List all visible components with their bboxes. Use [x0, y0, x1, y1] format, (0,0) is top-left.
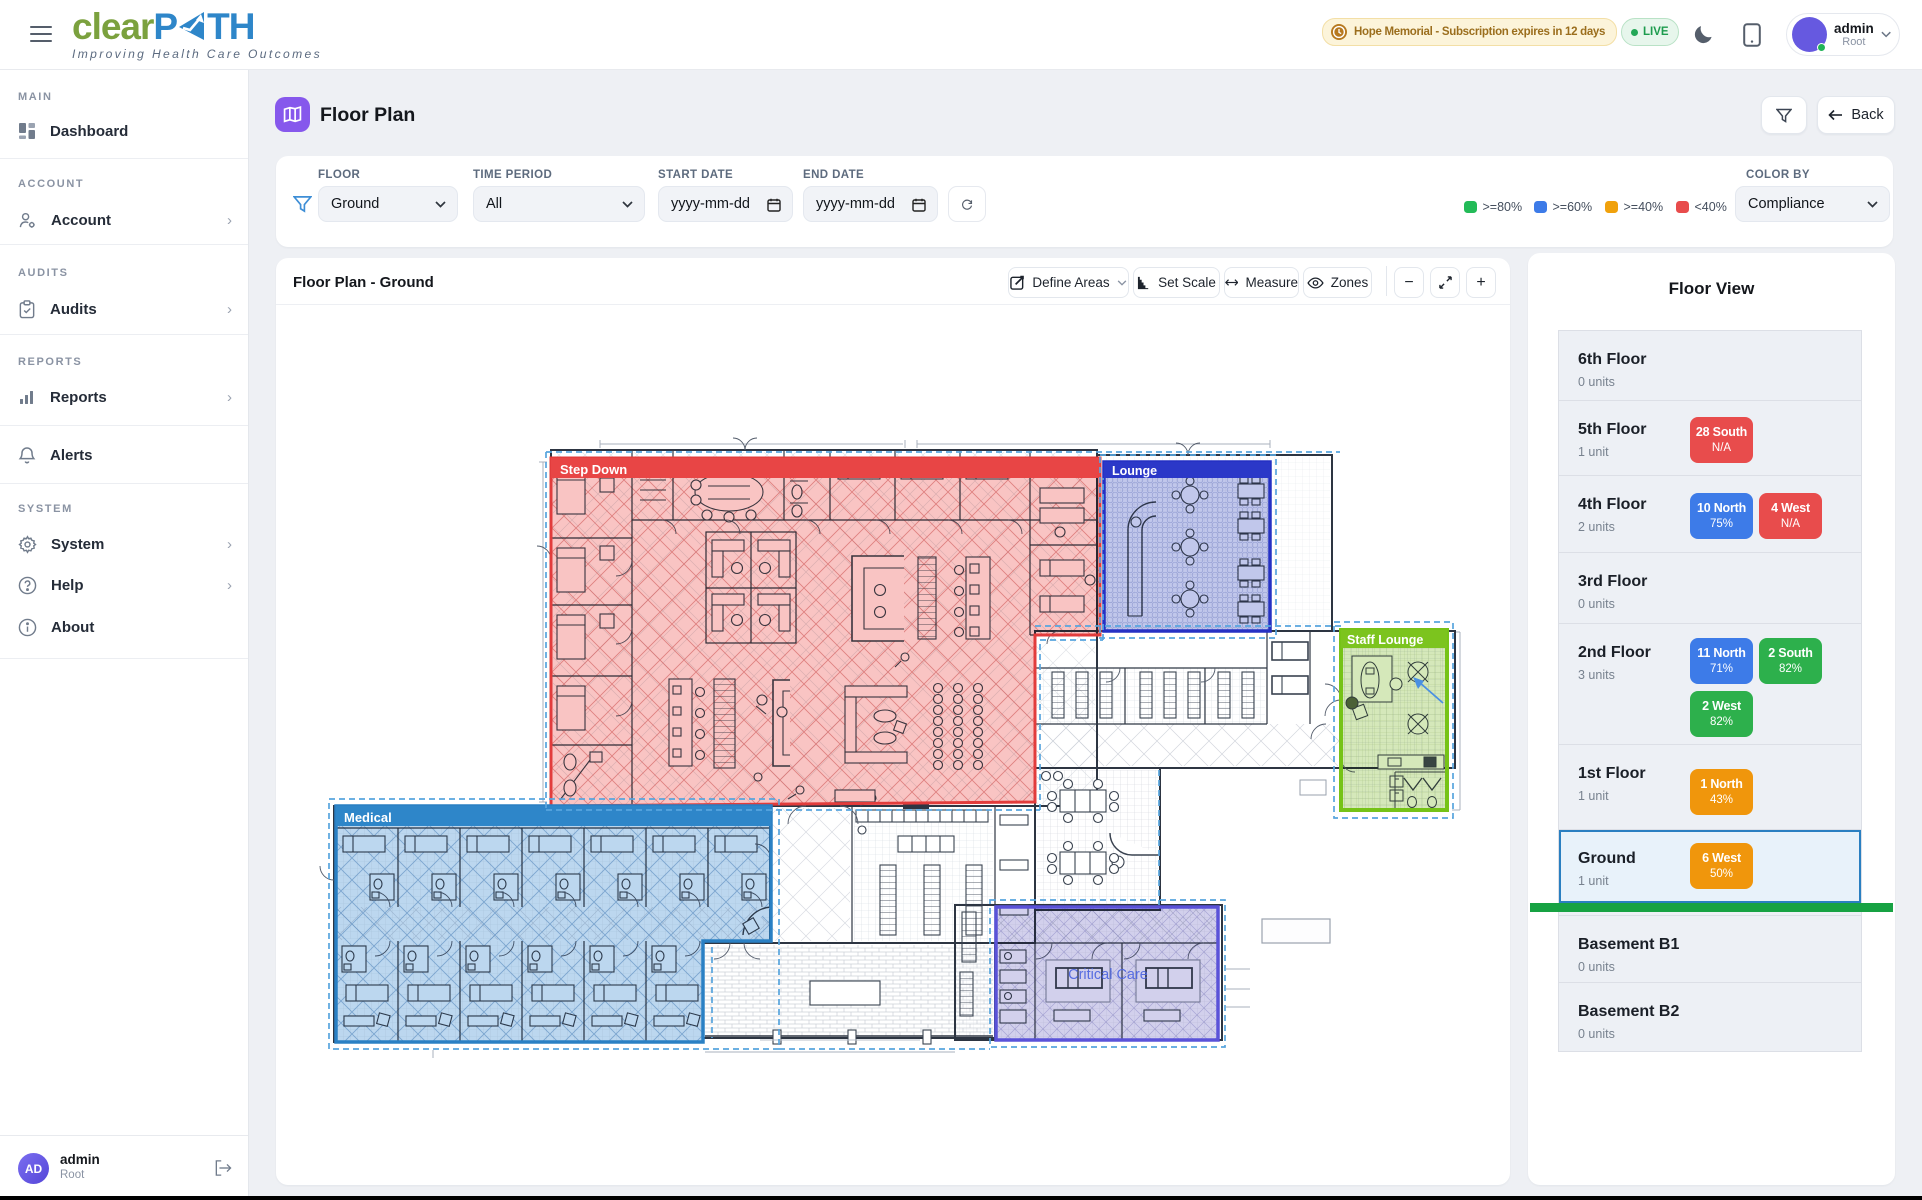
svg-text:Staff Lounge: Staff Lounge	[1347, 633, 1423, 647]
svg-text:Lounge: Lounge	[1112, 464, 1157, 478]
svg-text:Step Down: Step Down	[560, 462, 627, 477]
svg-text:Critical Care: Critical Care	[1068, 967, 1148, 983]
svg-text:Medical: Medical	[344, 810, 392, 825]
